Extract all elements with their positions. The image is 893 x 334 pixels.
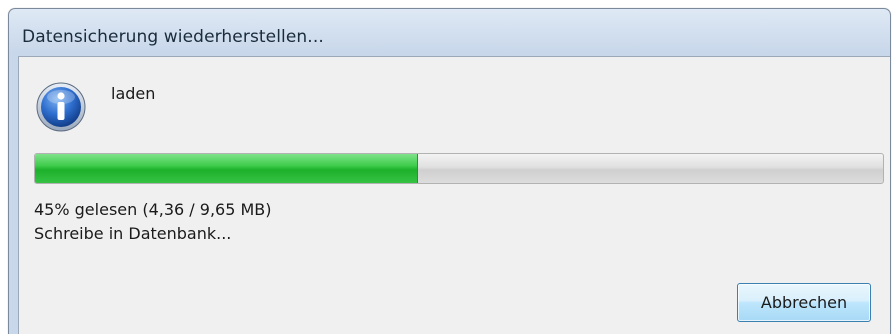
main-instruction: laden: [111, 84, 156, 103]
cancel-button[interactable]: Abbrechen: [737, 283, 871, 322]
progress-bar: [34, 153, 884, 184]
dialog-window: Datensicherung wiederherstellen... laden…: [8, 8, 891, 334]
progress-fill: [35, 154, 418, 183]
dialog-body: laden 45% gelesen (4,36 / 9,65 MB) Schre…: [18, 56, 890, 334]
info-icon: [36, 82, 86, 132]
window-title: Datensicherung wiederherstellen...: [22, 27, 324, 47]
operation-status-text: Schreibe in Datenbank...: [34, 224, 232, 243]
title-bar[interactable]: Datensicherung wiederherstellen...: [9, 9, 890, 61]
progress-status-text: 45% gelesen (4,36 / 9,65 MB): [34, 200, 272, 219]
